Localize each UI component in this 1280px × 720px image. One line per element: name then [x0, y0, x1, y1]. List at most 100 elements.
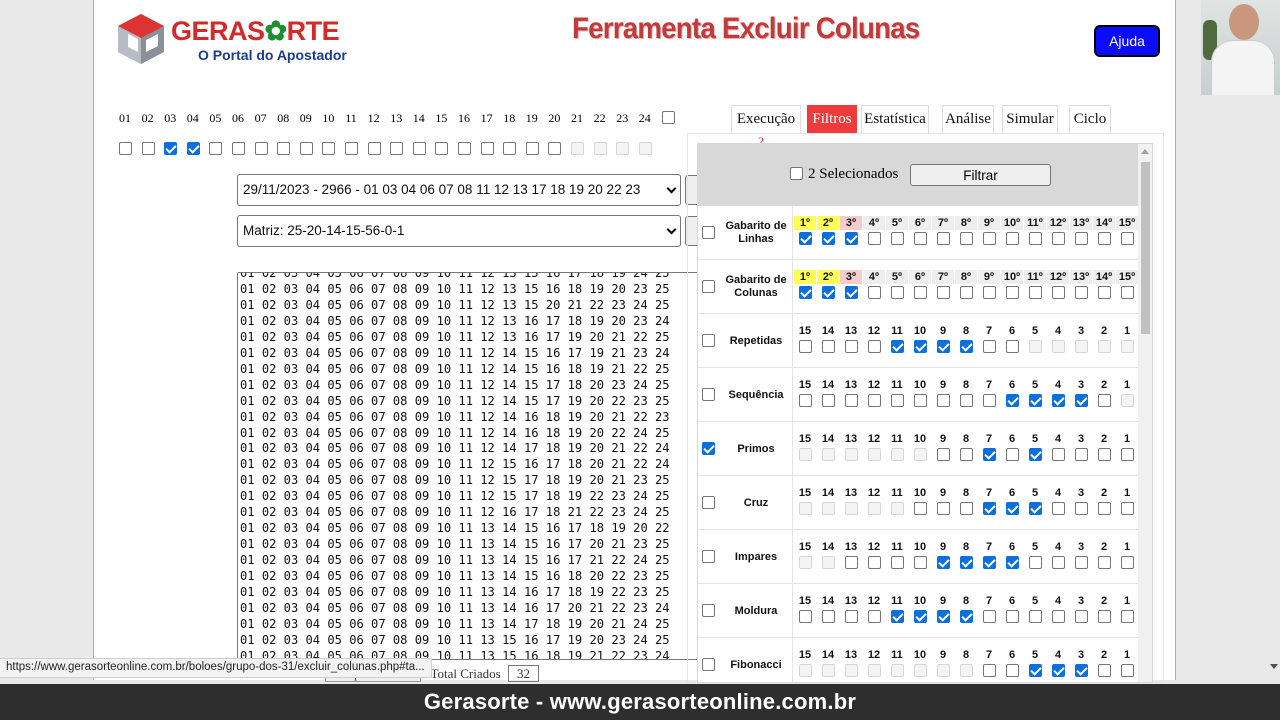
filter-row-checkbox[interactable]	[702, 550, 715, 563]
number-checkbox-14[interactable]	[412, 142, 426, 155]
filter-cell-checkbox[interactable]	[1074, 286, 1088, 299]
number-checkbox-22[interactable]	[593, 142, 607, 155]
results-textarea[interactable]: 01 02 03 04 05 06 07 08 09 10 11 12 13 1…	[237, 272, 743, 660]
filter-cell-checkbox[interactable]	[1120, 286, 1134, 299]
filter-cell-checkbox[interactable]	[867, 340, 881, 353]
filter-cell-checkbox[interactable]	[1051, 610, 1065, 623]
filter-cell-checkbox[interactable]	[913, 340, 927, 353]
filter-cell-checkbox[interactable]	[982, 394, 996, 407]
filter-cell-checkbox[interactable]	[1028, 664, 1042, 677]
filter-cell-checkbox[interactable]	[913, 556, 927, 569]
number-checkbox-15[interactable]	[435, 142, 449, 155]
filter-cell-checkbox[interactable]	[1028, 556, 1042, 569]
filter-cell-checkbox[interactable]	[1005, 340, 1019, 353]
filter-cell-checkbox[interactable]	[913, 610, 927, 623]
select-all-checkbox[interactable]	[662, 111, 675, 124]
number-checkbox-19[interactable]	[525, 142, 539, 155]
filter-row-checkbox[interactable]	[702, 334, 715, 347]
filter-cell-checkbox[interactable]	[844, 448, 858, 461]
filter-cell-checkbox[interactable]	[1074, 502, 1088, 515]
filter-cell-checkbox[interactable]	[798, 502, 812, 515]
filter-cell-checkbox[interactable]	[1051, 286, 1065, 299]
filter-cell-checkbox[interactable]	[867, 610, 881, 623]
filter-cell-checkbox[interactable]	[959, 448, 973, 461]
number-checkbox-11[interactable]	[345, 142, 358, 155]
filter-cell-checkbox[interactable]	[890, 286, 904, 299]
number-checkbox-12[interactable]	[367, 142, 381, 155]
filter-cell-checkbox[interactable]	[821, 502, 835, 515]
filter-cell-checkbox[interactable]	[867, 394, 881, 407]
number-checkbox-20[interactable]	[548, 142, 562, 155]
filter-cell-checkbox[interactable]	[936, 556, 950, 569]
number-checkbox-04[interactable]	[186, 142, 200, 155]
filter-cell-checkbox[interactable]	[1097, 394, 1111, 407]
filter-cell-checkbox[interactable]	[890, 394, 904, 407]
number-checkbox-08[interactable]	[277, 142, 291, 155]
number-checkbox-01[interactable]	[119, 142, 132, 155]
tab-execução[interactable]: Execução	[731, 105, 801, 133]
filter-cell-checkbox[interactable]	[913, 664, 927, 677]
filter-cell-checkbox[interactable]	[1074, 394, 1088, 407]
filter-row-checkbox[interactable]	[702, 442, 715, 455]
filter-cell-checkbox[interactable]	[1120, 556, 1134, 569]
number-checkbox-23[interactable]	[616, 142, 630, 155]
number-checkbox-24[interactable]	[638, 142, 652, 155]
filter-cell-checkbox[interactable]	[982, 610, 996, 623]
filter-cell-checkbox[interactable]	[1097, 556, 1111, 569]
filter-cell-checkbox[interactable]	[798, 448, 812, 461]
filter-cell-checkbox[interactable]	[1005, 448, 1019, 461]
filter-cell-checkbox[interactable]	[1028, 502, 1042, 515]
filter-cell-checkbox[interactable]	[959, 664, 973, 677]
filter-cell-checkbox[interactable]	[1005, 502, 1019, 515]
filter-cell-checkbox[interactable]	[890, 556, 904, 569]
filter-cell-checkbox[interactable]	[1097, 232, 1111, 245]
filter-cell-checkbox[interactable]	[1028, 448, 1042, 461]
filter-cell-checkbox[interactable]	[1097, 340, 1111, 353]
filter-cell-checkbox[interactable]	[821, 448, 835, 461]
filter-cell-checkbox[interactable]	[1051, 232, 1065, 245]
gerasorte-logo[interactable]: GERAS✿RTE O Portal do Apostador	[116, 12, 366, 70]
filter-cell-checkbox[interactable]	[959, 502, 973, 515]
number-checkbox-10[interactable]	[322, 142, 336, 155]
filter-cell-checkbox[interactable]	[1097, 448, 1111, 461]
filter-cell-checkbox[interactable]	[821, 610, 835, 623]
selected-toggle-checkbox[interactable]	[790, 167, 803, 180]
filter-cell-checkbox[interactable]	[821, 664, 835, 677]
scroll-down-icon[interactable]	[1270, 664, 1278, 669]
number-checkbox-05[interactable]	[209, 142, 223, 155]
filter-cell-checkbox[interactable]	[1120, 394, 1134, 407]
filter-cell-checkbox[interactable]	[1051, 502, 1065, 515]
filter-cell-checkbox[interactable]	[821, 340, 835, 353]
number-checkbox-21[interactable]	[571, 142, 584, 155]
filter-cell-checkbox[interactable]	[867, 664, 881, 677]
filter-cell-checkbox[interactable]	[1051, 448, 1065, 461]
filter-cell-checkbox[interactable]	[1120, 340, 1134, 353]
filter-cell-checkbox[interactable]	[959, 340, 973, 353]
filter-cell-checkbox[interactable]	[1074, 340, 1088, 353]
filter-cell-checkbox[interactable]	[936, 286, 950, 299]
filter-cell-checkbox[interactable]	[936, 664, 950, 677]
number-checkbox-13[interactable]	[390, 142, 404, 155]
filter-cell-checkbox[interactable]	[936, 610, 950, 623]
tab-estatística[interactable]: Estatística	[861, 105, 929, 133]
filter-cell-checkbox[interactable]	[1028, 340, 1042, 353]
contest-select[interactable]: 29/11/2023 - 2966 - 01 03 04 06 07 08 11…	[237, 174, 681, 206]
filter-cell-checkbox[interactable]	[798, 394, 812, 407]
filter-cell-checkbox[interactable]	[867, 286, 881, 299]
filter-cell-checkbox[interactable]	[890, 610, 904, 623]
filter-cell-checkbox[interactable]	[959, 394, 973, 407]
filter-cell-checkbox[interactable]	[821, 394, 835, 407]
number-checkbox-09[interactable]	[299, 142, 313, 155]
filter-cell-checkbox[interactable]	[1120, 610, 1134, 623]
filter-cell-checkbox[interactable]	[844, 286, 858, 299]
filter-cell-checkbox[interactable]	[1074, 610, 1088, 623]
filter-cell-checkbox[interactable]	[959, 556, 973, 569]
filter-cell-checkbox[interactable]	[890, 232, 904, 245]
filter-cell-checkbox[interactable]	[844, 556, 858, 569]
filter-cell-checkbox[interactable]	[821, 556, 835, 569]
filter-cell-checkbox[interactable]	[1005, 610, 1019, 623]
filter-cell-checkbox[interactable]	[913, 232, 927, 245]
filter-cell-checkbox[interactable]	[867, 232, 881, 245]
filter-cell-checkbox[interactable]	[959, 232, 973, 245]
filter-cell-checkbox[interactable]	[1097, 502, 1111, 515]
